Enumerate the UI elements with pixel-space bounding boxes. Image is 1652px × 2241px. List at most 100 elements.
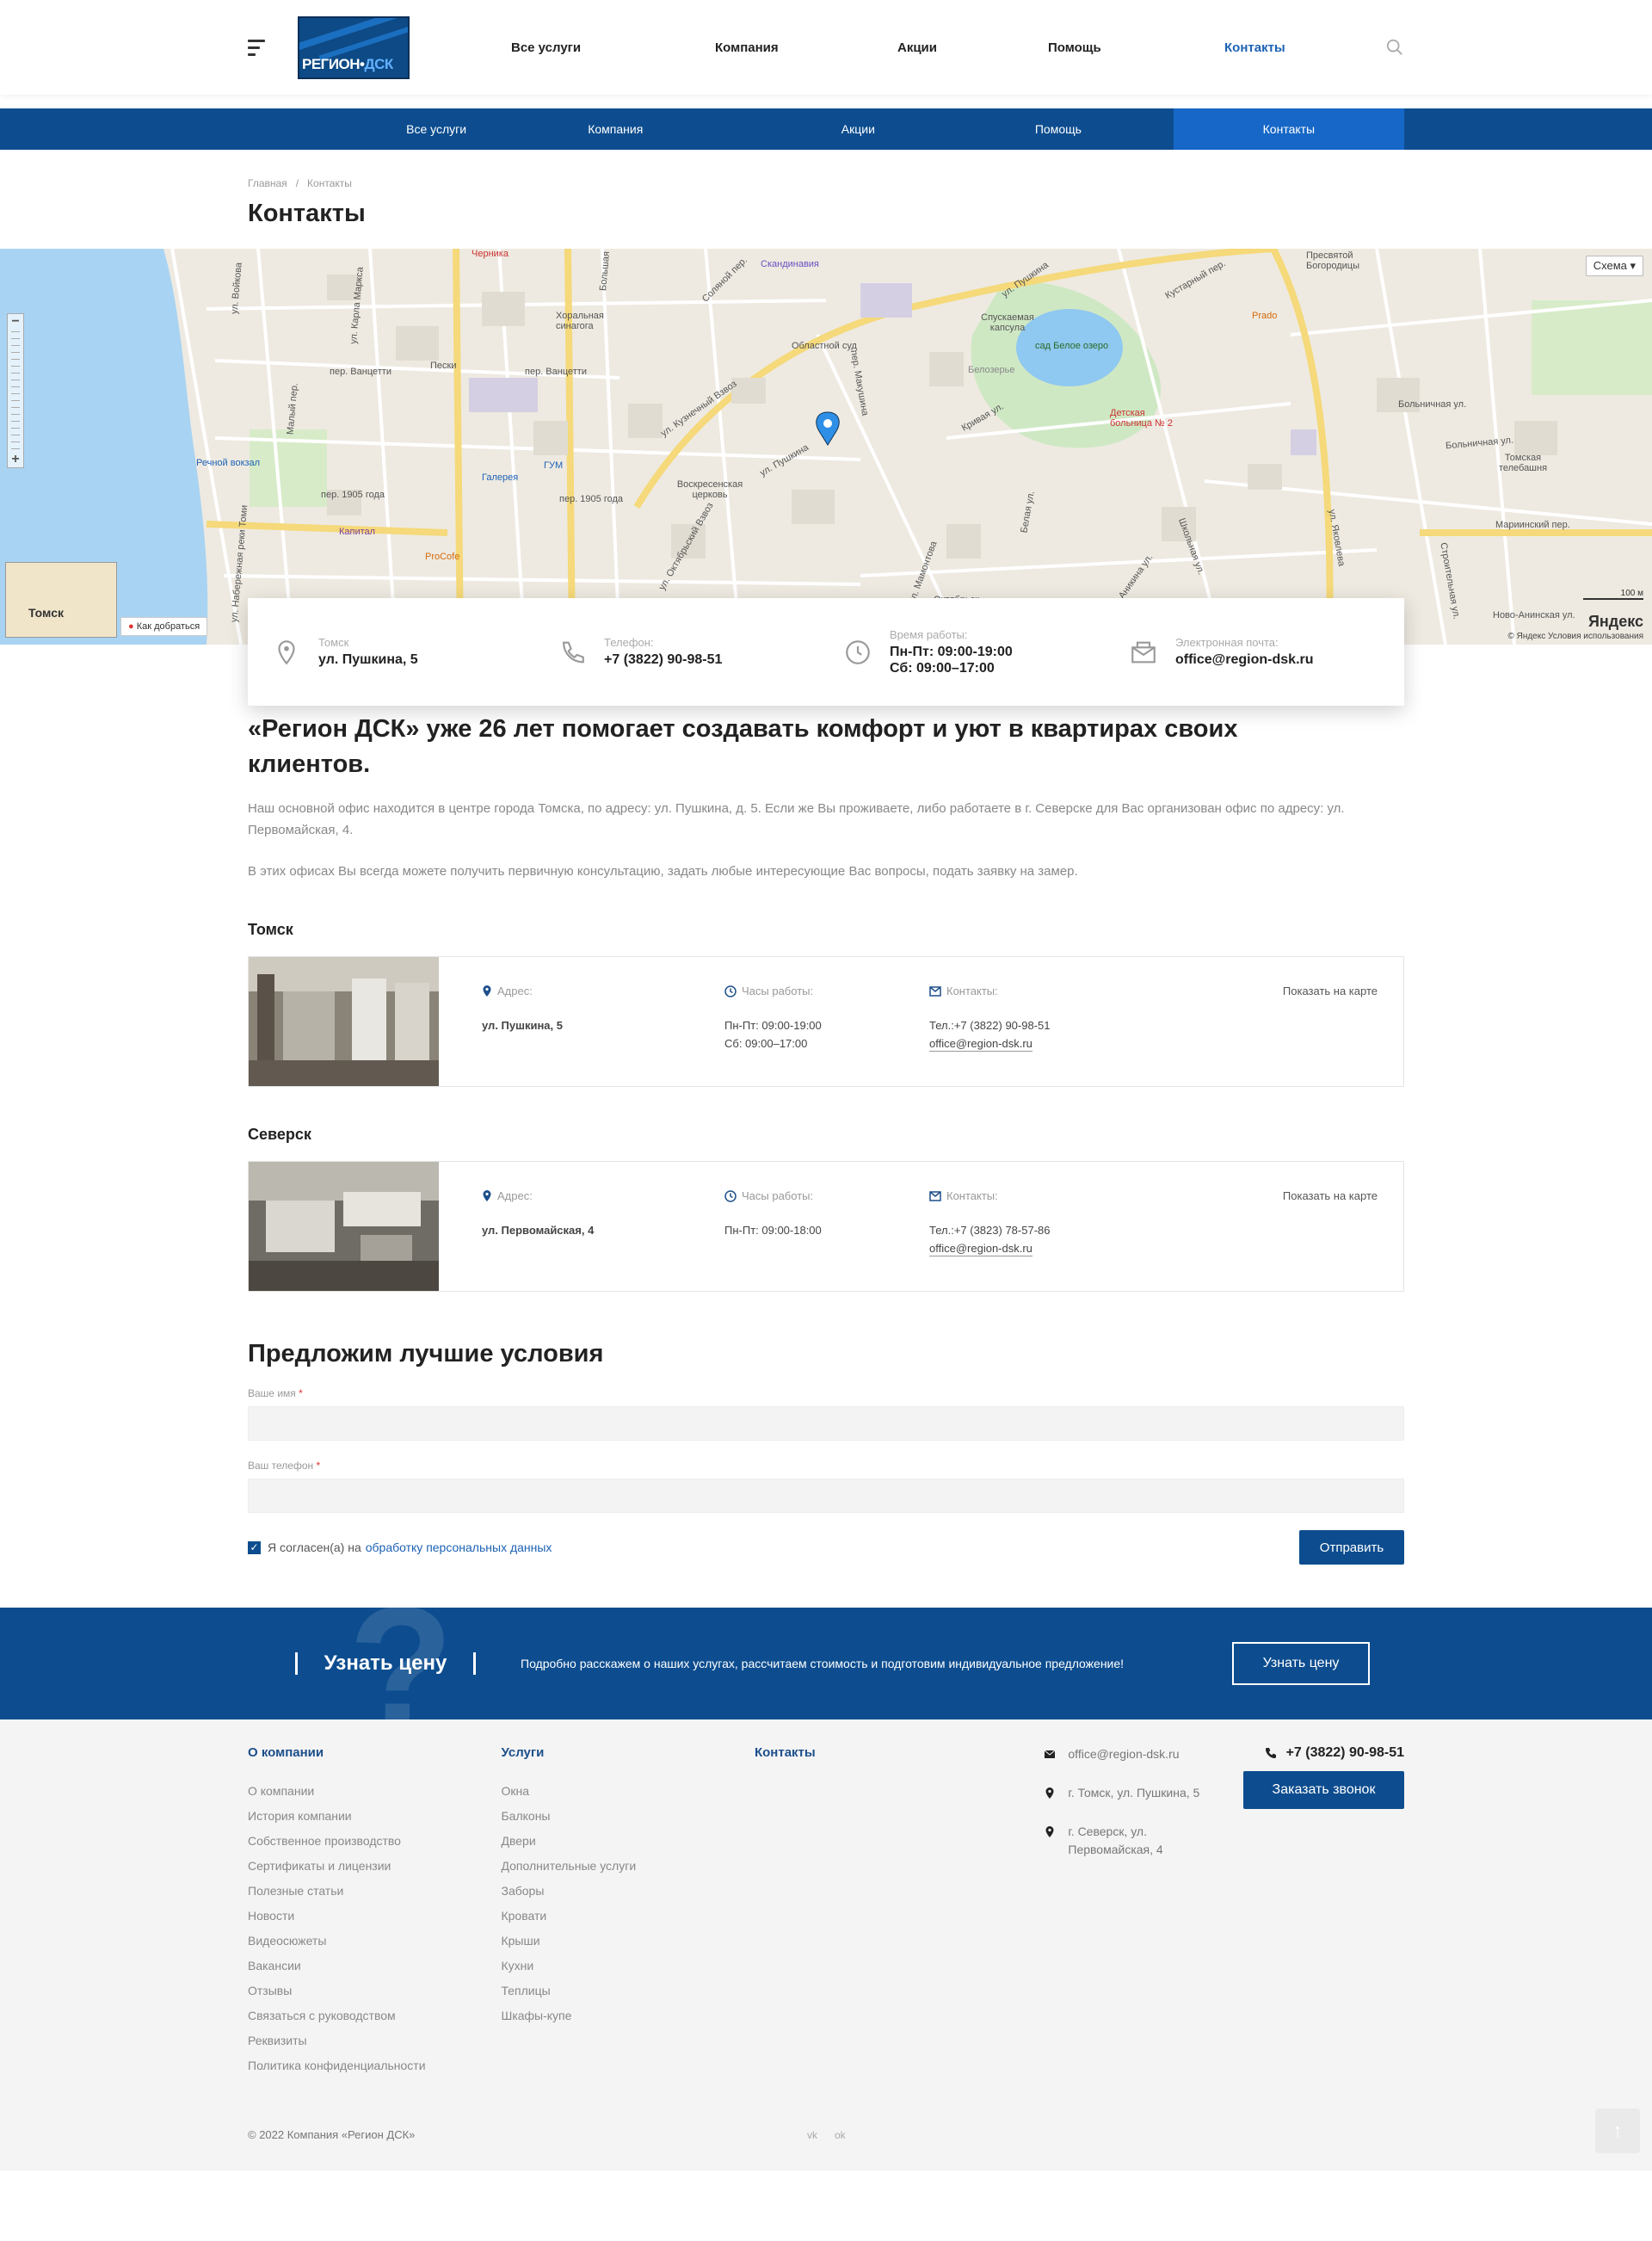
map-label: Больничная ул. [1398,399,1467,410]
map-label: Ново-Анинская ул. [1493,610,1575,620]
burger-menu-icon[interactable] [248,39,265,56]
contact-info-card: Томск ул. Пушкина, 5 Телефон: +7 (3822) 90… [248,598,1404,706]
search-icon[interactable] [1385,38,1404,57]
route-button[interactable]: ● Как добраться [120,617,208,636]
office-email-link[interactable]: office@region-dsk.ru [929,1036,1032,1052]
breadcrumb-current: Контакты [307,177,352,189]
minimap[interactable]: Томск [5,562,117,638]
map[interactable]: Черника Скандинавия Пресвятой Богородицы… [0,249,1652,645]
location-icon [278,639,295,664]
office-email-link[interactable]: office@region-dsk.ru [929,1241,1032,1256]
footer-phone[interactable]: +7 (3822) 90-98-51 [1264,1745,1404,1761]
callback-button[interactable]: Заказать звонок [1243,1771,1404,1809]
show-on-map-link[interactable]: Показать на карте [1283,1189,1378,1202]
bluenav-contacts[interactable]: Контакты [1173,108,1404,150]
map-label: пер. 1905 года [321,490,385,500]
map-scheme-button[interactable]: Схема ▾ [1585,256,1643,276]
phone-input[interactable] [248,1479,1404,1513]
map-label: Белозерье [968,365,1015,375]
info-hours: Время работы: Пн-Пт: 09:00-19:00 Сб: 09:00… [819,628,1105,676]
nav-help[interactable]: Помощь [1048,40,1224,55]
bluenav-all-services[interactable]: Все услуги [338,108,534,150]
footer-link[interactable]: Вакансии [248,1954,501,1979]
footer-link[interactable]: Реквизиты [248,2028,501,2053]
footer-link[interactable]: Политика конфиденциальности [248,2053,501,2078]
map-label: Воскресенская церковь [676,479,743,500]
yandex-logo: Яндекс [1587,613,1643,630]
check-icon[interactable]: ✓ [248,1540,261,1554]
bluenav-promotions[interactable]: Акции [841,108,940,150]
footer-link[interactable]: Собственное производство [248,1829,501,1854]
footer-link[interactable]: Заборы [501,1879,754,1904]
consent-checkbox[interactable]: ✓ Я согласен(а) на обработку персональных… [248,1540,552,1554]
footer-link[interactable]: Двери [501,1829,754,1854]
footer-link[interactable]: Сертификаты и лицензии [248,1854,501,1879]
footer-link[interactable]: Теплицы [501,1979,754,2003]
footer-col-company: О компании О компании История компании Соб… [248,1745,501,2078]
footer-link[interactable]: Отзывы [248,1979,501,2003]
zoom-in-icon[interactable]: + [8,452,23,469]
cta-title: Узнать цену [295,1652,476,1675]
footer-link[interactable]: Связаться с руководством [248,2003,501,2028]
submit-button[interactable]: Отправить [1299,1530,1404,1565]
footer-link[interactable]: История компании [248,1804,501,1829]
footer-link[interactable]: Кровати [501,1904,754,1929]
site-header: РЕГИОН•ДСК Все услуги Компания Акции Пом… [0,0,1652,95]
map-scale: 100 м [1583,589,1643,600]
vk-icon[interactable]: vk [807,2129,817,2141]
map-label: Капитал [339,527,376,537]
office-photo [249,1162,439,1291]
privacy-link[interactable]: обработку персональных данных [366,1540,552,1554]
info-email: Электронная почта: office@region-dsk.ru [1105,636,1390,668]
request-form: Предложим лучшие условия Ваше имя * Ваш … [248,1340,1404,1565]
intro-heading: «Регион ДСК» уже 26 лет помогает создава… [248,715,1238,778]
ok-icon[interactable]: ok [835,2129,846,2141]
show-on-map-link[interactable]: Показать на карте [1283,985,1378,997]
map-zoom-control[interactable]: − + [7,313,24,468]
map-label: Областной суд [792,341,857,351]
map-copyright[interactable]: © Яндекс Условия использования [1507,632,1643,641]
footer-link[interactable]: Шкафы-купе [501,2003,754,2028]
clock-icon [846,639,870,664]
map-label: пер. Ванцетти [330,367,391,377]
social-links: vk ok [807,2129,846,2141]
office-photo [249,957,439,1086]
map-label: Скандинавия [761,259,819,269]
footer-link[interactable]: Окна [501,1779,754,1804]
location-icon [483,985,491,997]
name-input[interactable] [248,1406,1404,1441]
nav-promotions[interactable]: Акции [897,40,1048,55]
footer-callback: +7 (3822) 90-98-51 Заказать звонок [1243,1745,1404,2078]
footer-link[interactable]: Дополнительные услуги [501,1854,754,1879]
breadcrumb-home[interactable]: Главная [248,177,287,189]
get-price-button[interactable]: Узнать цену [1232,1642,1370,1685]
office-hours: Пн-Пт: 09:00-19:00 Сб: 09:00–17:00 [724,1019,822,1050]
phone-icon [1265,1748,1276,1758]
office-city-title: Северск [248,1126,311,1143]
footer-link[interactable]: О компании [248,1779,501,1804]
footer-col-services: Услуги Окна Балконы Двери Дополнительные ус… [501,1745,754,2078]
footer-email-link[interactable]: office@region-dsk.ru [1068,1745,1179,1763]
bluenav-help[interactable]: Помощь [940,108,1174,150]
map-label: сад Белое озеро [1035,341,1109,351]
map-label: пер. Ванцетти [525,367,587,377]
footer-link[interactable]: Балконы [501,1804,754,1829]
footer-link[interactable]: Крыши [501,1929,754,1954]
footer-link[interactable]: Новости [248,1904,501,1929]
map-label: Томская телебашня [1498,453,1548,473]
office-contacts: Тел.:+7 (3822) 90-98-51 office@region-dsk… [929,1019,1051,1052]
bluenav-company[interactable]: Компания [534,108,841,150]
nav-all-services[interactable]: Все услуги [511,40,715,55]
footer-link[interactable]: Кухни [501,1954,754,1979]
footer-link[interactable]: Полезные статьи [248,1879,501,1904]
site-logo[interactable]: РЕГИОН•ДСК [298,15,410,79]
zoom-out-icon[interactable]: − [8,314,23,331]
map-canvas [0,249,1652,645]
footer-link[interactable]: Видеосюжеты [248,1929,501,1954]
nav-company[interactable]: Компания [715,40,897,55]
office-card: Адрес: ул. Первомайская, 4 Часы работы: … [248,1161,1404,1292]
scroll-up-icon[interactable]: ↑ [1595,2108,1640,2153]
map-label: Галерея [482,472,519,483]
nav-contacts[interactable]: Контакты [1224,40,1285,55]
page-title: Контакты [248,200,366,227]
